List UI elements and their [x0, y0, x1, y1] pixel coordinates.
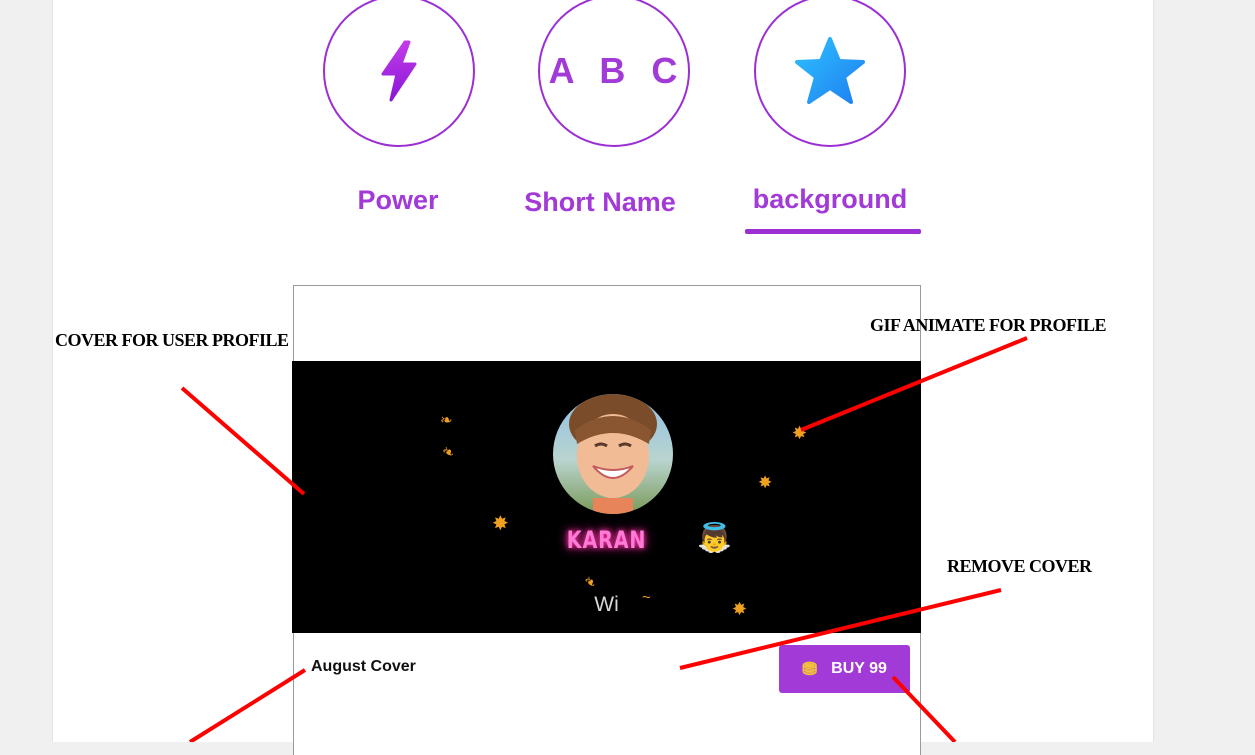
cover-preview: KARAN Wi ❧ ❧ ✸ ✸ ✸ ❧ ~ ✸ 👼 — [292, 361, 921, 633]
cover-name: August Cover — [311, 658, 416, 675]
star-icon — [795, 37, 865, 104]
cover-subtext: Wi — [594, 593, 619, 616]
leaf-icon: ❧ — [440, 412, 453, 429]
leaf-icon: ✸ — [792, 423, 808, 443]
abc-icon: A B C — [548, 50, 686, 91]
lightning-bolt-icon — [381, 40, 417, 102]
leaf-icon: ❧ — [579, 571, 601, 593]
buy-button[interactable]: ⛃ BUY 99 — [779, 645, 910, 693]
leaf-icon: ✸ — [732, 599, 748, 619]
active-tab-indicator — [745, 229, 921, 234]
tab-short-name-circle[interactable]: A B C — [538, 0, 690, 147]
leaf-icon: ❧ — [438, 441, 458, 463]
annotation-cover-profile: COVER FOR USER PROFILE — [55, 330, 289, 350]
leaf-icon: ✸ — [758, 473, 773, 492]
annotation-gif-animate: GIF ANIMATE FOR PROFILE — [870, 315, 1107, 335]
cupid-icon: 👼 — [697, 522, 732, 553]
coin-icon: ⛃ — [802, 658, 818, 679]
tab-power-circle[interactable] — [323, 0, 475, 147]
tab-background[interactable]: background — [740, 184, 920, 215]
cover-username: KARAN — [566, 526, 647, 554]
profile-avatar — [553, 394, 673, 514]
leaf-icon: ✸ — [492, 513, 509, 535]
tab-background-circle[interactable] — [754, 0, 906, 147]
annotation-remove-cover: REMOVE COVER — [947, 556, 1092, 576]
buy-button-label: BUY 99 — [831, 660, 887, 677]
tab-short-name[interactable]: Short Name — [505, 187, 695, 218]
tab-power[interactable]: Power — [340, 185, 456, 216]
leaf-icon: ~ — [642, 589, 651, 606]
